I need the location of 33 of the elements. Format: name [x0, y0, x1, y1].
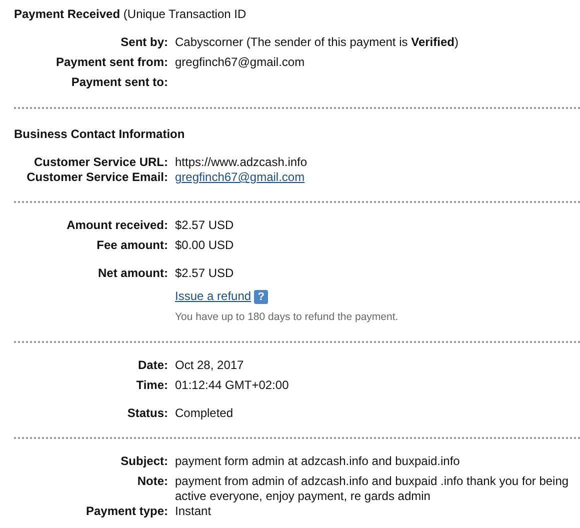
field-value: https://www.adzcash.info: [175, 155, 308, 169]
transaction-id-label: (Unique Transaction ID: [123, 7, 246, 21]
field-label: Status:: [127, 406, 168, 420]
field-label: Amount received:: [66, 218, 168, 232]
field-value: $0.00 USD: [175, 238, 234, 252]
field-label: Sent by:: [120, 35, 168, 49]
field-label: Note:: [137, 474, 168, 488]
field-label: Customer Service URL:: [34, 155, 168, 169]
field-label: Net amount:: [98, 266, 168, 280]
field-label: Payment sent to:: [71, 75, 168, 89]
field-label: Subject:: [120, 454, 168, 468]
field-label: Payment sent from:: [56, 55, 168, 69]
field-value: gregfinch67@gmail.com: [175, 55, 305, 69]
field-value: payment form admin at adzcash.info and buxpaid.info: [175, 454, 460, 468]
field-label: Payment type:: [86, 504, 168, 518]
field-label: Time:: [136, 378, 168, 392]
field-value: $2.57 USD: [175, 218, 234, 232]
field-value: Completed: [175, 406, 234, 420]
field-value: Cabyscorner (The sender of this payment is Verified): [175, 35, 458, 49]
field-value: Oct 28, 2017: [175, 358, 244, 372]
page-title: Payment Received: [14, 7, 120, 21]
help-icon[interactable]: ?: [254, 290, 268, 304]
refund-note: You have up to 180 days to refund the payment.: [175, 310, 400, 325]
field-label: Customer Service Email:: [26, 170, 168, 184]
field-value: Instant: [175, 504, 212, 518]
section-heading: Business Contact Information: [14, 126, 186, 142]
field-value: payment from admin of adzcash.info and buxpaid .info thank you for being active everyone, enjoy payment, re gards admin: [175, 474, 569, 503]
email-link[interactable]: gregfinch67@gmail.com: [175, 170, 305, 184]
field-label: Date:: [138, 358, 168, 372]
field-label: Fee amount:: [96, 238, 168, 252]
field-value: $2.57 USD: [175, 266, 234, 280]
refund-link[interactable]: Issue a refund: [175, 289, 252, 304]
field-value: 01:12:44 GMT+02:00: [175, 378, 289, 392]
